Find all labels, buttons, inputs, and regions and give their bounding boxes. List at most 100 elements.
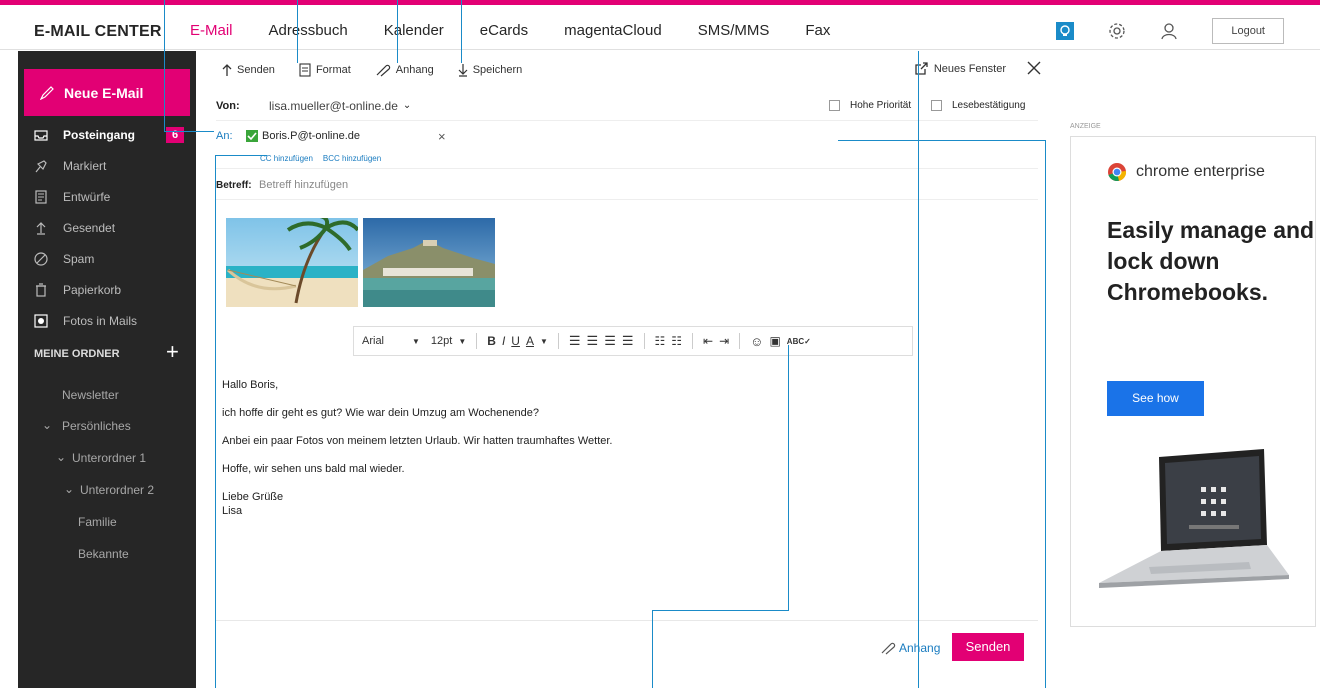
high-priority-option[interactable]: Hohe Priorität — [829, 100, 911, 111]
coastal-town-photo[interactable] — [363, 218, 495, 307]
footer-divider — [216, 620, 1038, 621]
subfolder-chevron-icon[interactable]: ⌄ — [56, 450, 66, 464]
guide-line — [788, 345, 789, 610]
guide-line — [461, 0, 462, 63]
gear-icon[interactable] — [1108, 22, 1126, 40]
font-family-select[interactable]: Arial — [362, 335, 406, 347]
folder-trash[interactable]: Papierkorb — [18, 276, 196, 304]
photo-icon — [34, 314, 48, 328]
drafts-icon — [35, 190, 47, 204]
pin-icon — [35, 160, 47, 173]
send-toolbar-button[interactable]: Senden — [222, 63, 275, 77]
save-toolbar-button[interactable]: Speichern — [458, 63, 522, 77]
emoji-icon[interactable]: ☺ — [750, 334, 763, 349]
folder-label: Posteingang — [63, 128, 136, 142]
align-justify-icon[interactable]: ☰ — [622, 333, 634, 349]
new-window-button[interactable]: Neues Fenster — [915, 62, 1006, 75]
align-left-icon[interactable]: ☰ — [569, 333, 581, 349]
bold-icon[interactable]: B — [487, 334, 496, 348]
chevron-down-icon[interactable]: ⌄ — [403, 100, 411, 111]
remove-recipient-icon[interactable]: × — [438, 129, 446, 144]
folder-label: Fotos in Mails — [63, 314, 138, 328]
text-color-icon[interactable]: A — [526, 334, 534, 348]
logout-button[interactable]: Logout — [1212, 18, 1284, 44]
nav-email[interactable]: E-Mail — [190, 22, 233, 39]
add-folder-icon[interactable]: + — [166, 341, 179, 363]
ad-headline: Easily manage and lock down Chromebooks. — [1107, 217, 1315, 305]
new-mail-button[interactable]: Neue E-Mail — [24, 69, 190, 116]
indent-icon[interactable]: ⇥ — [719, 334, 729, 348]
outdent-icon[interactable]: ⇤ — [703, 334, 713, 348]
high-priority-label: Hohe Priorität — [850, 100, 912, 111]
subfolder-chevron-icon[interactable]: ⌄ — [42, 418, 52, 432]
user-icon[interactable] — [1160, 22, 1178, 40]
from-select[interactable]: lisa.mueller@t-online.de — [269, 99, 398, 113]
ad-cta-button[interactable]: See how — [1107, 381, 1204, 416]
body-line: Anbei ein paar Fotos von meinem letzten … — [222, 435, 613, 447]
subject-label: Betreff: — [216, 179, 252, 191]
from-row: Von: lisa.mueller@t-online.de ⌄ Hohe Pri… — [216, 91, 1038, 121]
send-button[interactable]: Senden — [952, 633, 1024, 661]
body-line: Hallo Boris, — [222, 379, 279, 391]
nav-magentacloud[interactable]: magentaCloud — [564, 22, 662, 39]
subfolder-sub2[interactable]: Unterordner 2 — [80, 483, 154, 497]
subfolder-acquaintances[interactable]: Bekannte — [78, 547, 129, 561]
sent-icon — [36, 222, 46, 235]
beach-hammock-photo[interactable] — [226, 218, 358, 307]
guide-line — [918, 51, 919, 688]
nav-fax[interactable]: Fax — [805, 22, 830, 39]
trash-icon — [36, 283, 46, 297]
spellcheck-icon[interactable]: ABC✓ — [787, 337, 811, 346]
add-cc-link[interactable]: CC hinzufügen — [260, 154, 313, 163]
high-priority-checkbox[interactable] — [829, 100, 840, 111]
bullet-list-icon[interactable]: ☷ — [655, 334, 666, 348]
folder-label: Gesendet — [63, 221, 116, 235]
font-dropdown-icon[interactable]: ▼ — [412, 337, 420, 346]
close-icon[interactable] — [1026, 60, 1042, 76]
folder-spam[interactable]: Spam — [18, 245, 196, 273]
body-line: ich hoffe dir geht es gut? Wie war dein … — [222, 407, 539, 419]
nav-calendar[interactable]: Kalender — [384, 22, 444, 39]
underline-icon[interactable]: U — [511, 334, 520, 348]
message-body[interactable]: Hallo Boris, ich hoffe dir geht es gut? … — [222, 378, 612, 518]
nav-sms-mms[interactable]: SMS/MMS — [698, 22, 770, 39]
chrome-logo-icon — [1108, 163, 1127, 182]
subfolder-personal[interactable]: Persönliches — [62, 419, 131, 433]
ad-label: ANZEIGE — [1070, 123, 1101, 130]
subject-input[interactable]: Betreff hinzufügen — [259, 179, 348, 191]
nav-addressbook[interactable]: Adressbuch — [269, 22, 348, 39]
subfolder-family[interactable]: Familie — [78, 515, 117, 529]
read-receipt-checkbox[interactable] — [931, 100, 942, 111]
read-receipt-option[interactable]: Lesebestätigung — [931, 100, 1025, 111]
folder-photos[interactable]: Fotos in Mails — [18, 307, 196, 335]
lightbulb-icon[interactable] — [1056, 22, 1075, 40]
color-dropdown-icon[interactable]: ▼ — [540, 337, 548, 346]
subfolder-sub1[interactable]: Unterordner 1 — [72, 451, 146, 465]
inbox-icon — [34, 130, 48, 141]
folder-sent[interactable]: Gesendet — [18, 214, 196, 242]
attach-bottom-button[interactable]: Anhang — [880, 641, 940, 655]
folder-inbox[interactable]: Posteingang 6 — [18, 121, 196, 149]
nav-ecards[interactable]: eCards — [480, 22, 528, 39]
add-bcc-link[interactable]: BCC hinzufügen — [323, 154, 381, 163]
guide-line — [1045, 140, 1046, 688]
italic-icon[interactable]: I — [502, 334, 505, 348]
guide-line — [838, 140, 1045, 141]
attach-toolbar-button[interactable]: Anhang — [375, 63, 434, 77]
folder-drafts[interactable]: Entwürfe — [18, 183, 196, 211]
align-center-icon[interactable]: ☰ — [587, 333, 599, 349]
advertisement-panel[interactable]: chrome enterprise Easily manage and lock… — [1070, 136, 1316, 627]
format-toolbar-button[interactable]: Format — [299, 63, 351, 77]
insert-image-icon[interactable]: ▣ — [769, 334, 780, 348]
chromebook-image — [1099, 449, 1289, 588]
subfolder-chevron-icon[interactable]: ⌄ — [64, 482, 74, 496]
numbered-list-icon[interactable]: ☷ — [671, 334, 682, 348]
subfolder-newsletter[interactable]: Newsletter — [62, 388, 119, 402]
recipient-chip[interactable]: Boris.P@t-online.de — [262, 130, 360, 142]
font-size-select[interactable]: 12pt — [431, 335, 452, 347]
folder-flagged[interactable]: Markiert — [18, 152, 196, 180]
size-dropdown-icon[interactable]: ▼ — [458, 337, 466, 346]
align-right-icon[interactable]: ☰ — [604, 333, 616, 349]
guide-line — [164, 131, 214, 132]
verified-check-icon — [246, 130, 258, 142]
